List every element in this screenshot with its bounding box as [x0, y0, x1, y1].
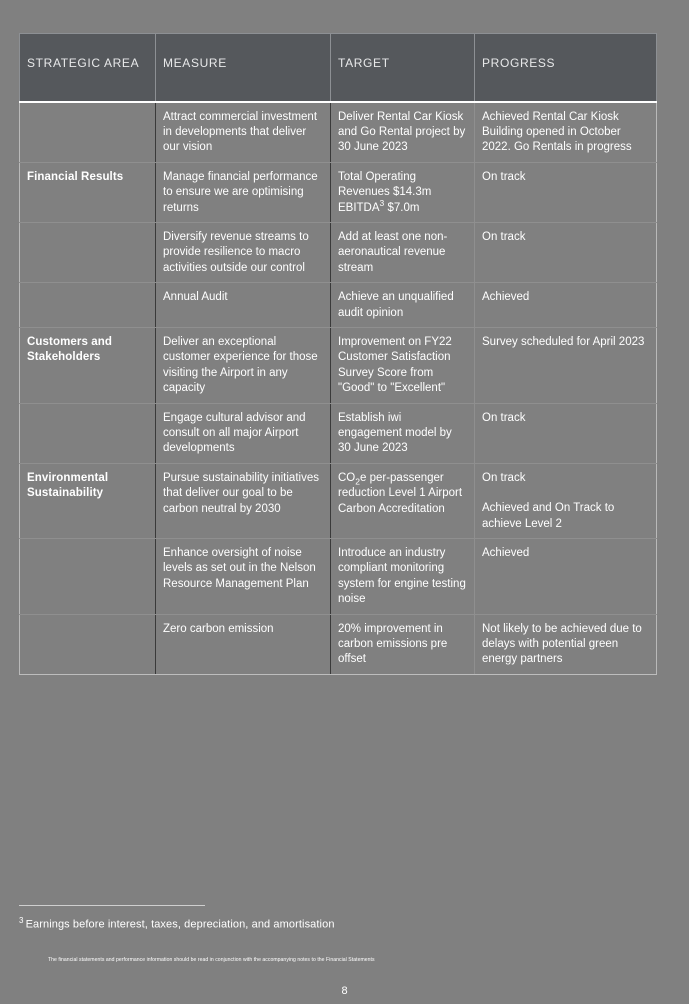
cell-strategic-area	[19, 101, 156, 163]
cell-strategic-area: Environmental Sustainability	[19, 462, 156, 540]
performance-table: STRATEGIC AREA MEASURE TARGET PROGRESS A…	[19, 33, 657, 675]
column-header-strategic-area: STRATEGIC AREA	[19, 33, 156, 103]
cell-progress: On track	[474, 402, 657, 464]
cell-progress: On track	[474, 221, 657, 284]
cell-target: 20% improvement in carbon emissions pre …	[330, 613, 475, 675]
table-row: Annual Audit Achieve an unqualified audi…	[19, 282, 657, 328]
cell-progress: Achieved Rental Car Kiosk Building opene…	[474, 101, 657, 163]
column-header-target: TARGET	[330, 33, 475, 103]
target-line-revenues: Total Operating Revenues $14.3m	[338, 170, 432, 199]
cell-target: Deliver Rental Car Kiosk and Go Rental p…	[330, 101, 475, 163]
cell-progress: On track	[474, 161, 657, 223]
cell-measure: Deliver an exceptional customer experien…	[155, 326, 331, 404]
cell-measure: Pursue sustainability initiatives that d…	[155, 462, 331, 540]
cell-target: Achieve an unqualified audit opinion	[330, 282, 475, 328]
fineprint-disclaimer: The financial statements and performance…	[48, 957, 375, 963]
footnote: 3 Earnings before interest, taxes, deprec…	[19, 914, 659, 932]
footnote-block: 3 Earnings before interest, taxes, deprec…	[19, 905, 659, 932]
cell-progress: Not likely to be achieved due to delays …	[474, 613, 657, 675]
table-row: Financial Results Manage financial perfo…	[19, 161, 657, 223]
table-row: Enhance oversight of noise levels as set…	[19, 538, 657, 615]
target-co2-prefix: CO	[338, 471, 356, 484]
target-line-ebitda-value: $7.0m	[384, 201, 420, 214]
table-row: Customers and Stakeholders Deliver an ex…	[19, 326, 657, 404]
cell-strategic-area	[19, 282, 156, 328]
table-row: Zero carbon emission 20% improvement in …	[19, 613, 657, 675]
cell-target: Add at least one non-aeronautical revenu…	[330, 221, 475, 284]
cell-target: Introduce an industry compliant monitori…	[330, 538, 475, 615]
cell-measure: Attract commercial investment in develop…	[155, 101, 331, 163]
cell-target: Total Operating Revenues $14.3m EBITDA3 …	[330, 161, 475, 223]
footnote-divider	[19, 905, 205, 906]
cell-target: CO2e per-passenger reduction Level 1 Air…	[330, 462, 475, 540]
cell-strategic-area	[19, 221, 156, 284]
cell-target: Improvement on FY22 Customer Satisfactio…	[330, 326, 475, 404]
table-row: Attract commercial investment in develop…	[19, 101, 657, 163]
cell-strategic-area	[19, 613, 156, 675]
cell-progress: On track Achieved and On Track to achiev…	[474, 462, 657, 540]
cell-measure: Zero carbon emission	[155, 613, 331, 675]
page-number: 8	[341, 985, 348, 997]
cell-target: Establish iwi engagement model by 30 Jun…	[330, 402, 475, 464]
target-line-ebitda: EBITDA	[338, 201, 380, 214]
cell-progress: Achieved	[474, 538, 657, 615]
table-header: STRATEGIC AREA MEASURE TARGET PROGRESS	[19, 33, 657, 103]
table-header-row: STRATEGIC AREA MEASURE TARGET PROGRESS	[19, 33, 657, 103]
column-header-progress: PROGRESS	[474, 33, 657, 103]
column-header-measure: MEASURE	[155, 33, 331, 103]
progress-spacer	[482, 486, 649, 501]
progress-line-1: On track	[482, 471, 526, 484]
table-row: Diversify revenue streams to provide res…	[19, 221, 657, 284]
cell-measure: Enhance oversight of noise levels as set…	[155, 538, 331, 615]
cell-strategic-area: Customers and Stakeholders	[19, 326, 156, 404]
report-page: STRATEGIC AREA MEASURE TARGET PROGRESS A…	[0, 0, 689, 1004]
cell-measure: Diversify revenue streams to provide res…	[155, 221, 331, 284]
cell-measure: Manage financial performance to ensure w…	[155, 161, 331, 223]
table-row: Environmental Sustainability Pursue sust…	[19, 462, 657, 540]
footnote-text: Earnings before interest, taxes, depreci…	[25, 918, 335, 931]
footnote-marker: 3	[19, 916, 24, 925]
cell-strategic-area	[19, 402, 156, 464]
cell-measure: Engage cultural advisor and consult on a…	[155, 402, 331, 464]
cell-progress: Survey scheduled for April 2023	[474, 326, 657, 404]
cell-measure: Annual Audit	[155, 282, 331, 328]
table-body: Attract commercial investment in develop…	[19, 101, 657, 675]
cell-progress: Achieved	[474, 282, 657, 328]
table-row: Engage cultural advisor and consult on a…	[19, 402, 657, 464]
cell-strategic-area	[19, 538, 156, 615]
cell-strategic-area: Financial Results	[19, 161, 156, 223]
progress-line-2: Achieved and On Track to achieve Level 2	[482, 502, 615, 530]
